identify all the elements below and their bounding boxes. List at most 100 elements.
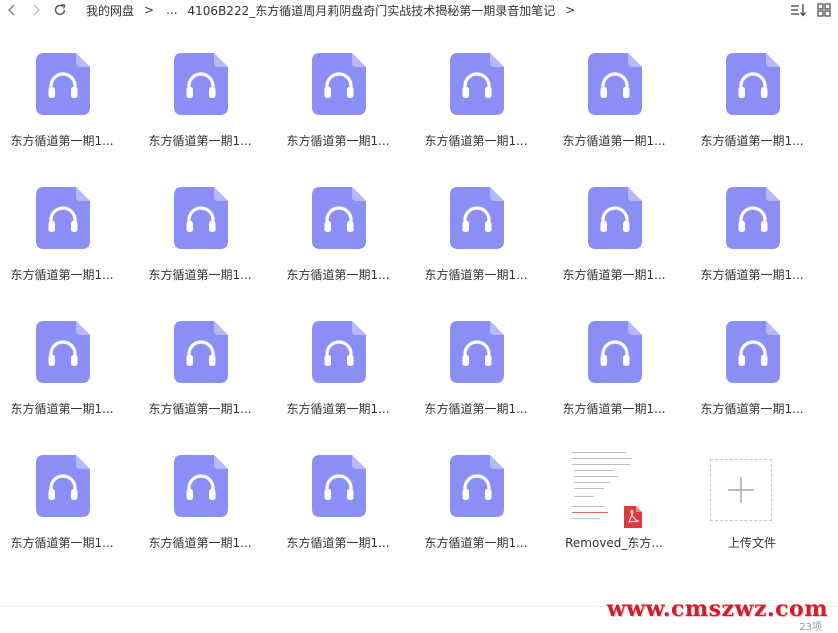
file-name: 东方循道第一期1... <box>148 134 252 148</box>
file-tile[interactable]: 东方循道第一期1... <box>552 40 690 160</box>
headphones-icon <box>450 455 504 517</box>
file-tile[interactable]: 东方循道第一期1... <box>138 40 276 160</box>
crumb-trail-separator[interactable]: > <box>559 3 581 17</box>
item-count: 23项 <box>799 622 822 633</box>
headphones-icon <box>36 321 90 383</box>
file-tile[interactable]: 东方循道第一期1... <box>138 308 276 428</box>
file-tile[interactable]: 东方循道第一期1... <box>690 308 828 428</box>
audio-file-icon <box>36 187 90 249</box>
file-name: 东方循道第一期1... <box>562 268 666 282</box>
file-name: 东方循道第一期1... <box>424 134 528 148</box>
file-tile[interactable]: 东方循道第一期1... <box>552 308 690 428</box>
file-tile[interactable]: 东方循道第一期1... <box>690 40 828 160</box>
thumb-line <box>574 470 614 471</box>
file-name: 东方循道第一期1... <box>424 268 528 282</box>
headphones-icon <box>450 187 504 249</box>
file-tile[interactable]: 东方循道第一期1... <box>0 308 138 428</box>
file-name: 东方循道第一期1... <box>148 536 252 550</box>
thumb-line <box>572 506 604 507</box>
thumb-line <box>574 482 610 483</box>
headphones-icon <box>726 53 780 115</box>
audio-file-icon <box>36 53 90 115</box>
file-name: 东方循道第一期1... <box>286 402 390 416</box>
file-tile-pdf[interactable]: Removed_东方... <box>552 442 690 562</box>
file-tile[interactable]: 东方循道第一期1... <box>138 174 276 294</box>
file-name: 东方循道第一期1... <box>700 402 804 416</box>
chevron-left-icon <box>8 4 15 16</box>
file-name: 东方循道第一期1... <box>700 268 804 282</box>
back-button[interactable] <box>0 0 24 20</box>
upload-box[interactable] <box>710 459 772 521</box>
file-name: 东方循道第一期1... <box>148 268 252 282</box>
sort-icon <box>791 4 806 17</box>
audio-file-icon <box>312 455 366 517</box>
file-name: Removed_东方... <box>565 536 663 550</box>
file-tile[interactable]: 东方循道第一期1... <box>414 40 552 160</box>
file-tile[interactable]: 东方循道第一期1... <box>276 442 414 562</box>
view-toggle-button[interactable] <box>814 1 834 19</box>
audio-file-icon <box>174 321 228 383</box>
forward-button[interactable] <box>24 0 48 20</box>
file-tile[interactable]: 东方循道第一期1... <box>276 174 414 294</box>
audio-file-icon <box>36 321 90 383</box>
headphones-icon <box>726 187 780 249</box>
file-tile[interactable]: 东方循道第一期1... <box>414 174 552 294</box>
chevron-right-icon <box>33 4 40 16</box>
file-tile[interactable]: 东方循道第一期1... <box>690 174 828 294</box>
headphones-icon <box>312 321 366 383</box>
file-name: 东方循道第一期1... <box>700 134 804 148</box>
file-tile[interactable]: 东方循道第一期1... <box>0 174 138 294</box>
headphones-icon <box>174 455 228 517</box>
headphones-icon <box>726 321 780 383</box>
file-tile[interactable]: 东方循道第一期1... <box>552 174 690 294</box>
crumb-current[interactable]: 4106B222_东方循道周月莉阴盘奇门实战技术揭秘第一期录音加笔记 <box>184 2 560 19</box>
thumb-line <box>574 496 594 497</box>
thumb-line <box>574 488 604 489</box>
audio-file-icon <box>726 53 780 115</box>
crumb-root[interactable]: 我的网盘 <box>82 2 138 19</box>
headphones-icon <box>36 455 90 517</box>
thumb-line <box>572 512 608 513</box>
audio-file-icon <box>588 321 642 383</box>
file-name: 东方循道第一期1... <box>424 536 528 550</box>
pdf-thumbnail <box>568 446 642 528</box>
headphones-icon <box>312 187 366 249</box>
refresh-button[interactable] <box>48 0 72 20</box>
audio-file-icon <box>450 455 504 517</box>
headphones-icon <box>312 455 366 517</box>
audio-file-icon <box>726 187 780 249</box>
audio-file-icon <box>174 53 228 115</box>
headphones-icon <box>588 53 642 115</box>
file-name: 东方循道第一期1... <box>562 134 666 148</box>
file-name: 东方循道第一期1... <box>10 536 114 550</box>
thumb-line <box>572 464 630 465</box>
file-tile[interactable]: 东方循道第一期1... <box>276 308 414 428</box>
upload-tile[interactable]: 上传文件 <box>690 442 828 562</box>
thumb-line <box>574 476 618 477</box>
file-name: 东方循道第一期1... <box>424 402 528 416</box>
audio-file-icon <box>312 53 366 115</box>
file-name: 东方循道第一期1... <box>148 402 252 416</box>
file-name: 东方循道第一期1... <box>10 134 114 148</box>
file-tile[interactable]: 东方循道第一期1... <box>138 442 276 562</box>
toolbar: 我的网盘 > ... 4106B222_东方循道周月莉阴盘奇门实战技术揭秘第一期… <box>0 0 838 20</box>
plus-icon <box>728 477 754 503</box>
thumb-line <box>572 518 600 519</box>
sort-button[interactable] <box>788 1 808 19</box>
refresh-icon <box>54 3 66 16</box>
file-name: 东方循道第一期1... <box>286 536 390 550</box>
file-tile[interactable]: 东方循道第一期1... <box>0 40 138 160</box>
audio-file-icon <box>450 187 504 249</box>
file-tile[interactable]: 东方循道第一期1... <box>0 442 138 562</box>
headphones-icon <box>174 53 228 115</box>
file-tile[interactable]: 东方循道第一期1... <box>414 308 552 428</box>
audio-file-icon <box>588 187 642 249</box>
file-tile[interactable]: 东方循道第一期1... <box>276 40 414 160</box>
pdf-icon <box>624 506 642 528</box>
file-tile[interactable]: 东方循道第一期1... <box>414 442 552 562</box>
audio-file-icon <box>174 187 228 249</box>
crumb-ellipsis[interactable]: ... <box>160 3 183 17</box>
thumb-line <box>572 452 626 453</box>
headphones-icon <box>450 321 504 383</box>
headphones-icon <box>450 53 504 115</box>
